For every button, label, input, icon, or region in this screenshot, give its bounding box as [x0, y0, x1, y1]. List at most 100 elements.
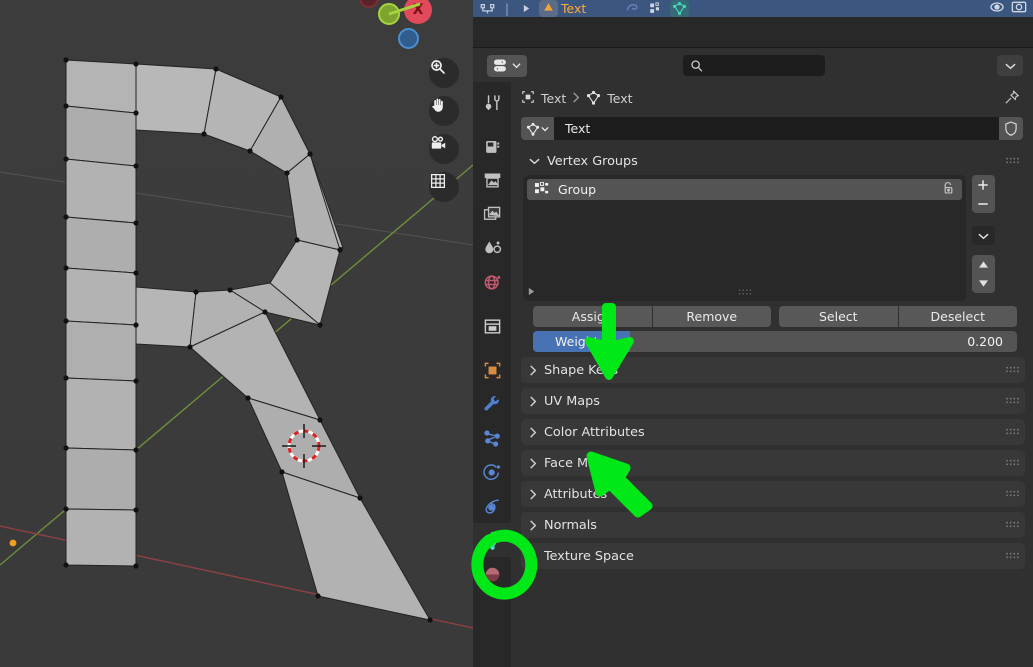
vertex-group-list[interactable]: Group	[523, 175, 966, 301]
panel-grip-icon[interactable]	[1005, 549, 1020, 564]
unlocked-icon[interactable]	[941, 181, 956, 198]
breadcrumb: Text Text	[511, 82, 1033, 115]
vertex-group-operators: Assign Remove Select Deselect	[533, 306, 1017, 327]
outliner-collection-icon[interactable]	[473, 3, 501, 15]
breadcrumb-object-label[interactable]: Text	[541, 91, 566, 106]
chevron-right-icon	[530, 364, 537, 376]
panel-grip-icon[interactable]	[1005, 394, 1020, 409]
deselect-button[interactable]: Deselect	[898, 306, 1017, 327]
collapsed-panels-list: Shape Keys UV Maps Color Attributes Face…	[511, 357, 1033, 569]
panel-grip-icon[interactable]	[1005, 154, 1020, 169]
chevron-right-icon	[530, 426, 537, 438]
tab-collection[interactable]	[473, 309, 511, 343]
remove-vertex-group-button[interactable]	[971, 194, 995, 213]
expand-triangle-icon[interactable]	[527, 287, 536, 296]
panel-normals[interactable]: Normals	[521, 512, 1025, 538]
add-vertex-group-button[interactable]	[971, 175, 995, 194]
panel-grip-icon[interactable]	[1005, 456, 1020, 471]
panel-color-attributes[interactable]: Color Attributes	[521, 419, 1025, 445]
vertex-groups-panel: Vertex Groups Group Assign Remove Select…	[521, 149, 1025, 352]
tab-particles[interactable]	[473, 421, 511, 455]
datablock-name-field[interactable]: Text	[554, 117, 999, 140]
grid-ortho-icon[interactable]	[429, 172, 459, 202]
panel-face-maps[interactable]: Face Maps	[521, 450, 1025, 476]
chevron-down-icon	[1004, 63, 1016, 69]
weight-slider-value: 0.200	[967, 334, 1003, 349]
list-item[interactable]: Group	[527, 179, 962, 200]
assign-button[interactable]: Assign	[533, 306, 652, 327]
tab-tool[interactable]	[473, 85, 511, 119]
move-vertex-group-down-button[interactable]	[971, 274, 995, 293]
outliner-selected-row[interactable]: | Text	[473, 0, 1033, 17]
tab-material[interactable]	[473, 557, 511, 591]
chevron-down-icon	[977, 233, 989, 239]
chevron-down-icon	[541, 126, 549, 131]
tab-scene[interactable]	[473, 231, 511, 265]
properties-options-button[interactable]	[997, 55, 1023, 76]
vertex-group-list-container: Group	[523, 175, 1025, 301]
vertex-groups-title: Vertex Groups	[547, 153, 638, 169]
mesh-data-icon[interactable]	[670, 0, 690, 17]
tab-render[interactable]	[473, 129, 511, 163]
tab-output[interactable]	[473, 163, 511, 197]
object-icon[interactable]	[521, 90, 535, 107]
datablock-browse-button[interactable]	[521, 117, 554, 140]
chevron-right-icon	[530, 395, 537, 407]
object-origin	[9, 539, 17, 547]
restrict-render-icon[interactable]	[1011, 0, 1027, 17]
3d-viewport[interactable]: X	[0, 0, 473, 667]
panel-label: Texture Space	[544, 548, 634, 564]
panel-grip-icon[interactable]	[1005, 425, 1020, 440]
panel-label: Face Maps	[544, 455, 611, 471]
hand-pan-icon[interactable]	[429, 96, 459, 126]
remove-icon	[978, 202, 988, 205]
panel-grip-icon[interactable]	[1005, 363, 1020, 378]
vertex-groups-panel-header[interactable]: Vertex Groups	[521, 149, 1025, 173]
fake-user-icon[interactable]	[999, 117, 1023, 140]
vertex-group-name[interactable]: Group	[558, 182, 596, 197]
vertex-group-icon[interactable]	[644, 2, 668, 15]
tab-world[interactable]	[473, 265, 511, 299]
list-resize-grip-icon[interactable]	[737, 284, 752, 299]
search-input[interactable]	[683, 55, 825, 76]
pin-icon[interactable]	[1003, 89, 1020, 109]
weight-slider[interactable]: Weight 0.200	[533, 331, 1017, 352]
properties-filter-button[interactable]	[487, 54, 527, 77]
select-button[interactable]: Select	[779, 306, 898, 327]
tab-object[interactable]	[473, 353, 511, 387]
panel-uv-maps[interactable]: UV Maps	[521, 388, 1025, 414]
group-icon	[535, 181, 549, 198]
properties-tab-column[interactable]	[473, 82, 511, 667]
tab-data[interactable]	[473, 523, 511, 557]
panel-attributes[interactable]: Attributes	[521, 481, 1025, 507]
properties-header	[473, 49, 1033, 82]
outliner-empty-area[interactable]	[473, 17, 1033, 48]
disclosure-icon[interactable]	[513, 4, 539, 13]
tab-physics[interactable]	[473, 455, 511, 489]
chevron-right-icon	[572, 91, 580, 106]
move-vertex-group-up-button[interactable]	[971, 255, 995, 274]
modifier-icon[interactable]	[620, 2, 644, 15]
tab-view-layer[interactable]	[473, 197, 511, 231]
search-field[interactable]	[704, 58, 814, 73]
gizmo-axis-z-negative[interactable]	[398, 28, 419, 49]
zoom-icon[interactable]	[429, 58, 459, 88]
outliner-object-entry[interactable]: Text	[539, 0, 586, 17]
remove-button[interactable]: Remove	[652, 306, 771, 327]
search-icon	[691, 59, 703, 72]
restrict-view-icon[interactable]	[989, 0, 1005, 17]
mesh-data-icon[interactable]	[586, 90, 601, 108]
camera-icon[interactable]	[429, 134, 459, 164]
panel-grip-icon[interactable]	[1005, 487, 1020, 502]
panel-grip-icon[interactable]	[1005, 518, 1020, 533]
chevron-right-icon	[530, 457, 537, 469]
panel-label: Shape Keys	[544, 362, 619, 378]
panel-shape-keys[interactable]: Shape Keys	[521, 357, 1025, 383]
vertex-group-list-footer[interactable]	[527, 283, 962, 299]
panel-label: Normals	[544, 517, 597, 533]
tab-constraints[interactable]	[473, 489, 511, 523]
breadcrumb-data-label[interactable]: Text	[607, 91, 632, 106]
panel-texture-space[interactable]: Texture Space	[521, 543, 1025, 569]
vertex-group-specials-button[interactable]	[971, 226, 995, 245]
tab-modifiers[interactable]	[473, 387, 511, 421]
